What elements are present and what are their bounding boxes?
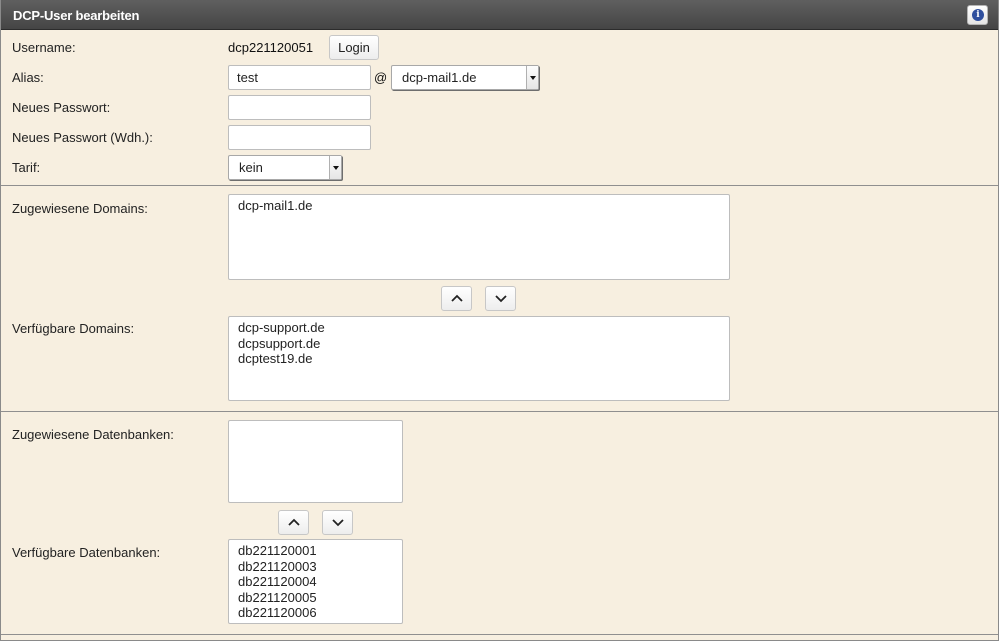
- new-password-input[interactable]: [228, 95, 371, 120]
- list-item[interactable]: dcp-mail1.de: [238, 198, 729, 214]
- at-sign: @: [374, 70, 388, 85]
- list-item[interactable]: db221120003: [238, 559, 402, 575]
- alias-label: Alias:: [12, 70, 44, 85]
- chevron-down-icon: [495, 295, 507, 303]
- chevron-up-icon: [451, 294, 463, 302]
- chevron-down-icon: [332, 519, 344, 527]
- username-value: dcp221120051: [228, 40, 314, 55]
- list-item[interactable]: db221120005: [238, 590, 402, 606]
- dropdown-arrow-icon: [526, 66, 538, 89]
- tariff-label: Tarif:: [12, 160, 41, 175]
- available-domains-list[interactable]: dcp-support.de dcpsupport.de dcptest19.d…: [228, 316, 730, 401]
- info-icon: i: [972, 9, 984, 21]
- tariff-select[interactable]: kein: [228, 155, 342, 180]
- dcp-user-edit-panel: DCP-User bearbeiten i Username: dcp22112…: [0, 0, 999, 641]
- new-password-label: Neues Passwort:: [12, 100, 111, 115]
- move-database-up-button[interactable]: [278, 510, 309, 535]
- login-button[interactable]: Login: [329, 35, 379, 60]
- chevron-up-icon: [288, 518, 300, 526]
- assigned-domains-list[interactable]: dcp-mail1.de: [228, 194, 730, 280]
- alias-input[interactable]: [228, 65, 371, 90]
- assigned-databases-list[interactable]: [228, 420, 403, 503]
- tariff-selected: kein: [239, 160, 263, 175]
- section-divider: [1, 185, 998, 186]
- move-domain-down-button[interactable]: [485, 286, 516, 311]
- list-item[interactable]: db221120004: [238, 574, 402, 590]
- move-database-down-button[interactable]: [322, 510, 353, 535]
- assigned-databases-label: Zugewiesene Datenbanken:: [12, 427, 174, 442]
- list-item[interactable]: dcpsupport.de: [238, 336, 729, 352]
- alias-domain-select[interactable]: dcp-mail1.de: [391, 65, 539, 90]
- assigned-domains-label: Zugewiesene Domains:: [12, 201, 148, 216]
- move-domain-up-button[interactable]: [441, 286, 472, 311]
- panel-header: DCP-User bearbeiten i: [1, 0, 998, 30]
- list-item[interactable]: dcptest19.de: [238, 351, 729, 367]
- available-databases-label: Verfügbare Datenbanken:: [12, 545, 161, 560]
- list-item[interactable]: dcp-support.de: [238, 320, 729, 336]
- list-item[interactable]: db221120001: [238, 543, 402, 559]
- available-domains-label: Verfügbare Domains:: [12, 321, 135, 336]
- list-item[interactable]: db221120006: [238, 605, 402, 621]
- available-databases-list[interactable]: db221120001 db221120003 db221120004 db22…: [228, 539, 403, 624]
- username-label: Username:: [12, 40, 76, 55]
- section-divider: [1, 634, 998, 635]
- info-button[interactable]: i: [967, 5, 988, 25]
- alias-domain-selected: dcp-mail1.de: [402, 70, 477, 85]
- panel-title: DCP-User bearbeiten: [13, 8, 140, 23]
- section-divider: [1, 411, 998, 412]
- new-password-repeat-input[interactable]: [228, 125, 371, 150]
- new-password-repeat-label: Neues Passwort (Wdh.):: [12, 130, 153, 145]
- dropdown-arrow-icon: [329, 156, 341, 179]
